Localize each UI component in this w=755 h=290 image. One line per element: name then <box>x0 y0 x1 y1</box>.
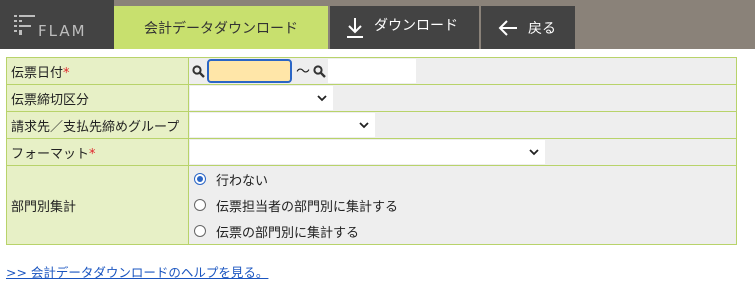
logo: FLAM <box>0 0 114 49</box>
closing-field-cell <box>188 84 737 112</box>
department-field-cell: 行わない 伝票担当者の部門別に集計する 伝票の部門別に集計する <box>188 165 737 245</box>
radio-button[interactable] <box>194 199 206 211</box>
back-button[interactable]: 戻る <box>481 6 575 49</box>
help-link[interactable]: >> 会計データダウンロードのヘルプを見る。 <box>6 262 268 281</box>
back-label: 戻る <box>528 20 556 37</box>
chevron-down-icon <box>529 148 539 155</box>
search-icon[interactable] <box>313 64 326 78</box>
billing-group-select[interactable] <box>190 113 375 137</box>
date-field-cell: 〜 <box>188 57 737 85</box>
chevron-down-icon <box>359 121 369 128</box>
radio-option-none[interactable]: 行わない <box>189 166 736 192</box>
format-label-text: フォーマット <box>11 146 90 162</box>
department-row: 部門別集計 行わない 伝票担当者の部門別に集計する 伝票の部門別に集計する <box>6 165 737 245</box>
search-icon[interactable] <box>192 64 205 78</box>
download-label: ダウンロード <box>374 17 458 34</box>
chevron-down-icon <box>317 94 327 101</box>
billing-row: 請求先／支払先締めグループ <box>6 111 737 139</box>
date-label-text: 伝票日付 <box>11 65 64 81</box>
date-to-input[interactable] <box>328 59 416 83</box>
date-row: 伝票日付* 〜 <box>6 57 737 85</box>
date-label: 伝票日付* <box>6 57 189 85</box>
range-separator: 〜 <box>296 64 310 80</box>
required-mark: * <box>63 65 70 81</box>
format-select[interactable] <box>190 140 545 164</box>
top-bar: FLAM 会計データダウンロード ダウンロード 戻る <box>0 0 755 49</box>
department-label: 部門別集計 <box>6 165 189 245</box>
format-row: フォーマット* <box>6 138 737 166</box>
radio-option-staff-department[interactable]: 伝票担当者の部門別に集計する <box>189 192 736 218</box>
radio-button[interactable] <box>194 225 206 237</box>
date-from-input[interactable] <box>207 59 292 83</box>
closing-row: 伝票締切区分 <box>6 84 737 112</box>
back-arrow-icon <box>498 19 517 36</box>
radio-label: 行わない <box>216 173 269 189</box>
billing-label: 請求先／支払先締めグループ <box>6 111 189 139</box>
logo-text: FLAM <box>38 22 87 40</box>
flam-logo-icon <box>14 15 35 35</box>
tab-accounting-download[interactable]: 会計データダウンロード <box>114 6 328 49</box>
required-mark: * <box>89 146 96 162</box>
download-arrow-icon <box>347 17 363 38</box>
radio-label: 伝票担当者の部門別に集計する <box>216 199 399 215</box>
download-button[interactable]: ダウンロード <box>330 6 479 49</box>
download-form: 伝票日付* 〜 伝票締切区分 請求先／支払先締めグループ フォーマット* 部門別… <box>6 57 737 245</box>
closing-category-select[interactable] <box>190 86 333 110</box>
format-label: フォーマット* <box>6 138 189 166</box>
format-field-cell <box>188 138 737 166</box>
billing-field-cell <box>188 111 737 139</box>
radio-label: 伝票の部門別に集計する <box>216 225 360 241</box>
radio-button[interactable] <box>194 173 206 185</box>
radio-option-slip-department[interactable]: 伝票の部門別に集計する <box>189 218 736 244</box>
tab-label: 会計データダウンロード <box>144 20 298 37</box>
closing-label: 伝票締切区分 <box>6 84 189 112</box>
